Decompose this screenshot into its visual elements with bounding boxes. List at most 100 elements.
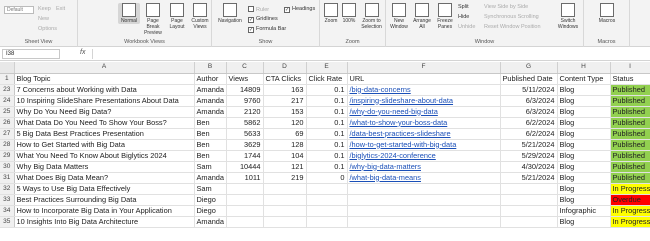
row-number[interactable]: 29	[0, 150, 15, 162]
views-cell[interactable]: 14809	[226, 84, 264, 96]
gridlines-checkbox[interactable]: ✓ Gridlines	[248, 16, 278, 23]
click-rate-cell[interactable]	[306, 205, 348, 217]
url-cell[interactable]: /how-to-get-started-with-big-data	[347, 139, 501, 151]
topic-cell[interactable]: What Data Do You Need To Show Your Boss?	[14, 117, 195, 129]
topic-cell[interactable]: Why Big Data Matters	[14, 161, 195, 173]
column-header-b[interactable]: B	[194, 62, 227, 74]
status-cell[interactable]: Published	[610, 117, 650, 129]
status-cell[interactable]: Published	[610, 150, 650, 162]
row-number[interactable]: 30	[0, 161, 15, 173]
views-cell[interactable]	[226, 194, 264, 206]
row-number[interactable]: 24	[0, 95, 15, 107]
click-rate-cell[interactable]: 0.1	[306, 139, 348, 151]
author-cell[interactable]: Sam	[194, 161, 227, 173]
url-cell[interactable]: /big-data-concerns	[347, 84, 501, 96]
fx-icon[interactable]: fx	[80, 49, 85, 56]
author-cell[interactable]: Ben	[194, 150, 227, 162]
author-cell[interactable]: Diego	[194, 205, 227, 217]
content-type-cell[interactable]: Infographic	[557, 205, 611, 217]
row-number[interactable]: 33	[0, 194, 15, 206]
synchronous-scrolling-button[interactable]: Synchronous Scrolling	[484, 14, 539, 20]
header-cell[interactable]: Views	[226, 73, 264, 85]
sheet-view-options-button[interactable]: Options	[38, 26, 57, 32]
views-cell[interactable]: 5633	[226, 128, 264, 140]
published-date-cell[interactable]: 5/11/2024	[500, 84, 558, 96]
cta-clicks-cell[interactable]	[263, 216, 307, 228]
views-cell[interactable]: 2120	[226, 106, 264, 118]
freeze-panes-button[interactable]: Freeze Panes	[434, 3, 456, 30]
content-type-cell[interactable]: Blog	[557, 117, 611, 129]
column-header-e[interactable]: E	[306, 62, 348, 74]
new-window-button[interactable]: New Window	[388, 3, 410, 30]
cta-clicks-cell[interactable]: 121	[263, 161, 307, 173]
published-date-cell[interactable]	[500, 216, 558, 228]
content-type-cell[interactable]: Blog	[557, 139, 611, 151]
row-number[interactable]: 26	[0, 117, 15, 129]
published-date-cell[interactable]: 5/21/2024	[500, 172, 558, 184]
column-header-i[interactable]: I	[610, 62, 650, 74]
status-cell[interactable]: Published	[610, 95, 650, 107]
header-cell[interactable]: CTA Clicks	[263, 73, 307, 85]
switch-windows-button[interactable]: Switch Windows	[554, 3, 582, 30]
cta-clicks-cell[interactable]: 104	[263, 150, 307, 162]
content-type-cell[interactable]: Blog	[557, 84, 611, 96]
cta-clicks-cell[interactable]: 153	[263, 106, 307, 118]
cta-clicks-cell[interactable]: 217	[263, 95, 307, 107]
topic-cell[interactable]: 10 Inspiring SlideShare Presentations Ab…	[14, 95, 195, 107]
url-cell[interactable]	[347, 216, 501, 228]
status-cell[interactable]: Published	[610, 106, 650, 118]
url-cell[interactable]	[347, 205, 501, 217]
url-cell[interactable]: /biglytics-2024-conference	[347, 150, 501, 162]
published-date-cell[interactable]: 5/29/2024	[500, 150, 558, 162]
status-cell[interactable]: Published	[610, 172, 650, 184]
author-cell[interactable]: Amanda	[194, 172, 227, 184]
click-rate-cell[interactable]	[306, 216, 348, 228]
cta-clicks-cell[interactable]: 120	[263, 117, 307, 129]
url-cell[interactable]: /why-do-you-need-big-data	[347, 106, 501, 118]
cta-clicks-cell[interactable]: 219	[263, 172, 307, 184]
header-cell[interactable]: Status	[610, 73, 650, 85]
content-type-cell[interactable]: Blog	[557, 128, 611, 140]
status-cell[interactable]: In Progress	[610, 216, 650, 228]
status-cell[interactable]: Published	[610, 161, 650, 173]
topic-cell[interactable]: 5 Ways to Use Big Data Effectively	[14, 183, 195, 195]
published-date-cell[interactable]	[500, 205, 558, 217]
view-side-by-side-button[interactable]: View Side by Side	[484, 4, 528, 10]
topic-cell[interactable]: What Does Big Data Mean?	[14, 172, 195, 184]
column-header-g[interactable]: G	[500, 62, 558, 74]
status-cell[interactable]: Published	[610, 128, 650, 140]
author-cell[interactable]: Amanda	[194, 106, 227, 118]
arrange-all-button[interactable]: Arrange All	[411, 3, 433, 30]
row-number[interactable]: 32	[0, 183, 15, 195]
normal-view-button[interactable]: Normal	[118, 3, 140, 24]
published-date-cell[interactable]	[500, 183, 558, 195]
url-cell[interactable]: /inspiring-slideshare-about-data	[347, 95, 501, 107]
url-cell[interactable]: /what-big-data-means	[347, 172, 501, 184]
row-number[interactable]: 27	[0, 128, 15, 140]
author-cell[interactable]: Amanda	[194, 216, 227, 228]
cta-clicks-cell[interactable]	[263, 183, 307, 195]
headings-checkbox[interactable]: ✓ Headings	[284, 6, 315, 13]
status-cell[interactable]: Overdue	[610, 194, 650, 206]
row-number[interactable]: 1	[0, 73, 15, 85]
click-rate-cell[interactable]: 0.1	[306, 106, 348, 118]
content-type-cell[interactable]: Blog	[557, 183, 611, 195]
header-cell[interactable]: Content Type	[557, 73, 611, 85]
content-type-cell[interactable]: Blog	[557, 150, 611, 162]
views-cell[interactable]: 1011	[226, 172, 264, 184]
ruler-checkbox[interactable]: Ruler	[248, 6, 269, 13]
reset-window-position-button[interactable]: Reset Window Position	[484, 24, 541, 30]
topic-cell[interactable]: Why Do You Need Big Data?	[14, 106, 195, 118]
column-header-d[interactable]: D	[263, 62, 307, 74]
click-rate-cell[interactable]	[306, 183, 348, 195]
column-header-c[interactable]: C	[226, 62, 264, 74]
status-cell[interactable]: Published	[610, 84, 650, 96]
click-rate-cell[interactable]: 0.1	[306, 128, 348, 140]
published-date-cell[interactable]: 6/3/2024	[500, 106, 558, 118]
click-rate-cell[interactable]	[306, 194, 348, 206]
click-rate-cell[interactable]: 0	[306, 172, 348, 184]
sheet-view-dropdown[interactable]: Default	[4, 6, 34, 14]
row-number[interactable]: 23	[0, 84, 15, 96]
topic-cell[interactable]: 5 Big Data Best Practices Presentation	[14, 128, 195, 140]
topic-cell[interactable]: How to Incorporate Big Data in Your Appl…	[14, 205, 195, 217]
